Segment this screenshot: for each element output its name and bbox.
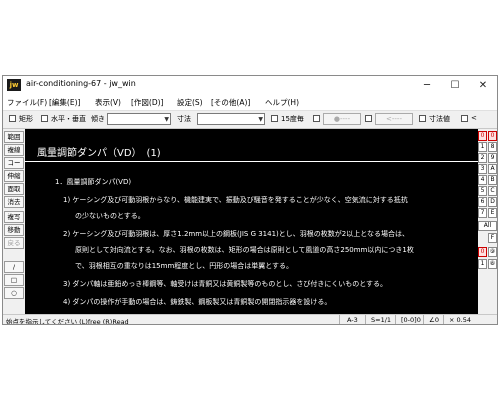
layer-group-button[interactable]: ⑧ bbox=[488, 259, 497, 269]
layer-button[interactable]: 7 bbox=[478, 208, 487, 218]
layer-button[interactable]: A bbox=[488, 164, 497, 174]
tool-undo[interactable]: 戻る bbox=[4, 237, 24, 249]
rect-label: 矩形 bbox=[19, 115, 33, 123]
menu-other[interactable]: [その他(A)] bbox=[211, 97, 250, 108]
layer-panel: 0 0 1 8 2 9 3 A 4 B 5 C 6 D 7 E All F 0 … bbox=[478, 129, 497, 314]
status-message: 始点を指示してください (L)free (R)Read bbox=[6, 318, 129, 325]
tool-move[interactable]: 移動 bbox=[4, 224, 24, 236]
layer-button[interactable]: 3 bbox=[478, 164, 487, 174]
menu-file[interactable]: ファイル(F) bbox=[7, 97, 47, 108]
layer-button[interactable]: C bbox=[488, 186, 497, 196]
tool-chamfer[interactable]: 面取 bbox=[4, 183, 24, 195]
toolbar: 矩形 水平・垂直 傾き ▼ 寸法 ▼ 15度毎 ●---- <---- 寸法値 … bbox=[3, 111, 497, 129]
zoom-readout[interactable]: × 0.54 bbox=[449, 316, 471, 324]
deg15-label: 15度毎 bbox=[281, 115, 304, 123]
title-underline bbox=[25, 161, 478, 162]
layer-button[interactable]: E bbox=[488, 208, 497, 218]
chevron-down-icon: ▼ bbox=[258, 116, 263, 123]
tool-copy[interactable]: 複写 bbox=[4, 211, 24, 223]
menu-view[interactable]: 表示(V) bbox=[95, 97, 121, 108]
hv-label: 水平・垂直 bbox=[51, 115, 86, 123]
circle-tool-icon[interactable]: ○ bbox=[4, 287, 24, 299]
deg15-checkbox[interactable] bbox=[271, 115, 278, 122]
layer-button[interactable]: 8 bbox=[488, 142, 497, 152]
lt-label: < bbox=[471, 114, 477, 122]
layer-group-button[interactable]: ⑨ bbox=[488, 247, 497, 257]
dim-combo[interactable]: ▼ bbox=[197, 113, 265, 125]
spec-line: の少ないものとする。 bbox=[75, 212, 145, 220]
slope-combo[interactable]: ▼ bbox=[107, 113, 171, 125]
arrow-checkbox[interactable] bbox=[365, 115, 372, 122]
divider bbox=[395, 315, 396, 324]
dimval-checkbox[interactable] bbox=[419, 115, 426, 122]
menu-draw[interactable]: [作図(D)] bbox=[131, 97, 163, 108]
layer-button[interactable]: B bbox=[488, 175, 497, 185]
spec-line: 3) ダンパ軸は亜鉛めっき棒鋼等、軸受けは青銅又は黄銅製等のものとし、さび付きに… bbox=[63, 280, 388, 288]
layer-button[interactable]: 2 bbox=[478, 153, 487, 163]
drawing-canvas[interactable]: 風量調節ダンパ（VD） (1) 1．風量調節ダンパ(VD) 1) ケーシング及び… bbox=[25, 129, 478, 314]
app-icon[interactable]: jw bbox=[7, 79, 21, 91]
spec-line: 1．風量調節ダンパ(VD) bbox=[55, 178, 132, 186]
layer-group-button[interactable]: 0 bbox=[478, 247, 487, 257]
rect-tool-icon[interactable]: □ bbox=[4, 274, 24, 286]
divider bbox=[443, 315, 444, 324]
point-button[interactable]: ●---- bbox=[323, 113, 361, 125]
spec-line: 原則として対向流とする。なお、羽根の枚数は、矩形の場合は原則として風道の高さ25… bbox=[75, 246, 414, 254]
layer-button[interactable]: 6 bbox=[478, 197, 487, 207]
divider bbox=[339, 315, 340, 324]
layer-group-button[interactable]: 0 bbox=[478, 131, 487, 141]
close-button[interactable]: ✕ bbox=[469, 76, 497, 96]
tool-stretch[interactable]: 伸縮 bbox=[4, 170, 24, 182]
dimval-label: 寸法値 bbox=[429, 115, 450, 123]
hv-checkbox[interactable] bbox=[41, 115, 48, 122]
menu-help[interactable]: ヘルプ(H) bbox=[265, 97, 299, 108]
tool-corner[interactable]: コーナー bbox=[4, 157, 24, 169]
app-window: jw air-conditioning-67 - jw_win ─ ☐ ✕ ファ… bbox=[2, 75, 498, 325]
tool-offset[interactable]: 複線 bbox=[4, 144, 24, 156]
menu-bar: ファイル(F) [編集(E)] 表示(V) [作図(D)] 設定(S) [その他… bbox=[3, 96, 497, 111]
layer-button[interactable]: 0 bbox=[488, 131, 497, 141]
drawing-title: 風量調節ダンパ（VD） (1) bbox=[37, 148, 161, 159]
layer-button[interactable]: 1 bbox=[478, 142, 487, 152]
dim-label: 寸法 bbox=[177, 115, 191, 123]
all-layers-button[interactable]: All bbox=[478, 221, 497, 231]
slope-label: 傾き bbox=[91, 115, 105, 123]
layer-button[interactable]: 9 bbox=[488, 153, 497, 163]
angle-readout[interactable]: ∠0 bbox=[429, 316, 439, 324]
spec-line: で、羽根相互の重なりは15mm程度とし、円形の場合は単翼とする。 bbox=[75, 262, 294, 270]
window-title: air-conditioning-67 - jw_win bbox=[26, 79, 136, 88]
layer-button[interactable]: 5 bbox=[478, 186, 487, 196]
menu-edit[interactable]: [編集(E)] bbox=[49, 97, 80, 108]
divider bbox=[365, 315, 366, 324]
menu-settings[interactable]: 設定(S) bbox=[177, 97, 203, 108]
tool-erase[interactable]: 消去 bbox=[4, 196, 24, 208]
layer-button[interactable]: F bbox=[488, 233, 497, 243]
minimize-button[interactable]: ─ bbox=[413, 76, 441, 96]
spec-line: 4) ダンパの操作が手動の場合は、鋳鉄製、鋼板製又は青銅製の開閉指示器を設ける。 bbox=[63, 298, 332, 306]
layer-readout[interactable]: [0-0]0 bbox=[401, 316, 421, 324]
tool-range[interactable]: 範囲 bbox=[4, 131, 24, 143]
maximize-button[interactable]: ☐ bbox=[441, 76, 469, 96]
paper-size[interactable]: A-3 bbox=[347, 316, 358, 324]
spec-line: 2) ケーシング及び可動羽根は、厚さ1.2mm以上の鋼板(JIS G 3141)… bbox=[63, 230, 410, 238]
status-bar: 始点を指示してください (L)free (R)Read A-3 S=1/1 [0… bbox=[3, 314, 497, 325]
line-tool-icon[interactable]: / bbox=[4, 261, 24, 273]
left-toolbar: 範囲 複線 コーナー 伸縮 面取 消去 複写 移動 戻る / □ ○ bbox=[3, 129, 25, 314]
rect-checkbox[interactable] bbox=[9, 115, 16, 122]
arrow-button[interactable]: <---- bbox=[375, 113, 413, 125]
title-bar: jw air-conditioning-67 - jw_win ─ ☐ ✕ bbox=[3, 76, 497, 96]
point-checkbox[interactable] bbox=[313, 115, 320, 122]
layer-button[interactable]: D bbox=[488, 197, 497, 207]
layer-group-button[interactable]: 1 bbox=[478, 259, 487, 269]
divider bbox=[423, 315, 424, 324]
lt-checkbox[interactable] bbox=[461, 115, 468, 122]
chevron-down-icon: ▼ bbox=[164, 116, 169, 123]
layer-button[interactable]: 4 bbox=[478, 175, 487, 185]
spec-line: 1) ケーシング及び可動羽根からなり、機能建実で、振動及び騒音を発することが少な… bbox=[63, 196, 408, 204]
scale-readout[interactable]: S=1/1 bbox=[371, 316, 391, 324]
